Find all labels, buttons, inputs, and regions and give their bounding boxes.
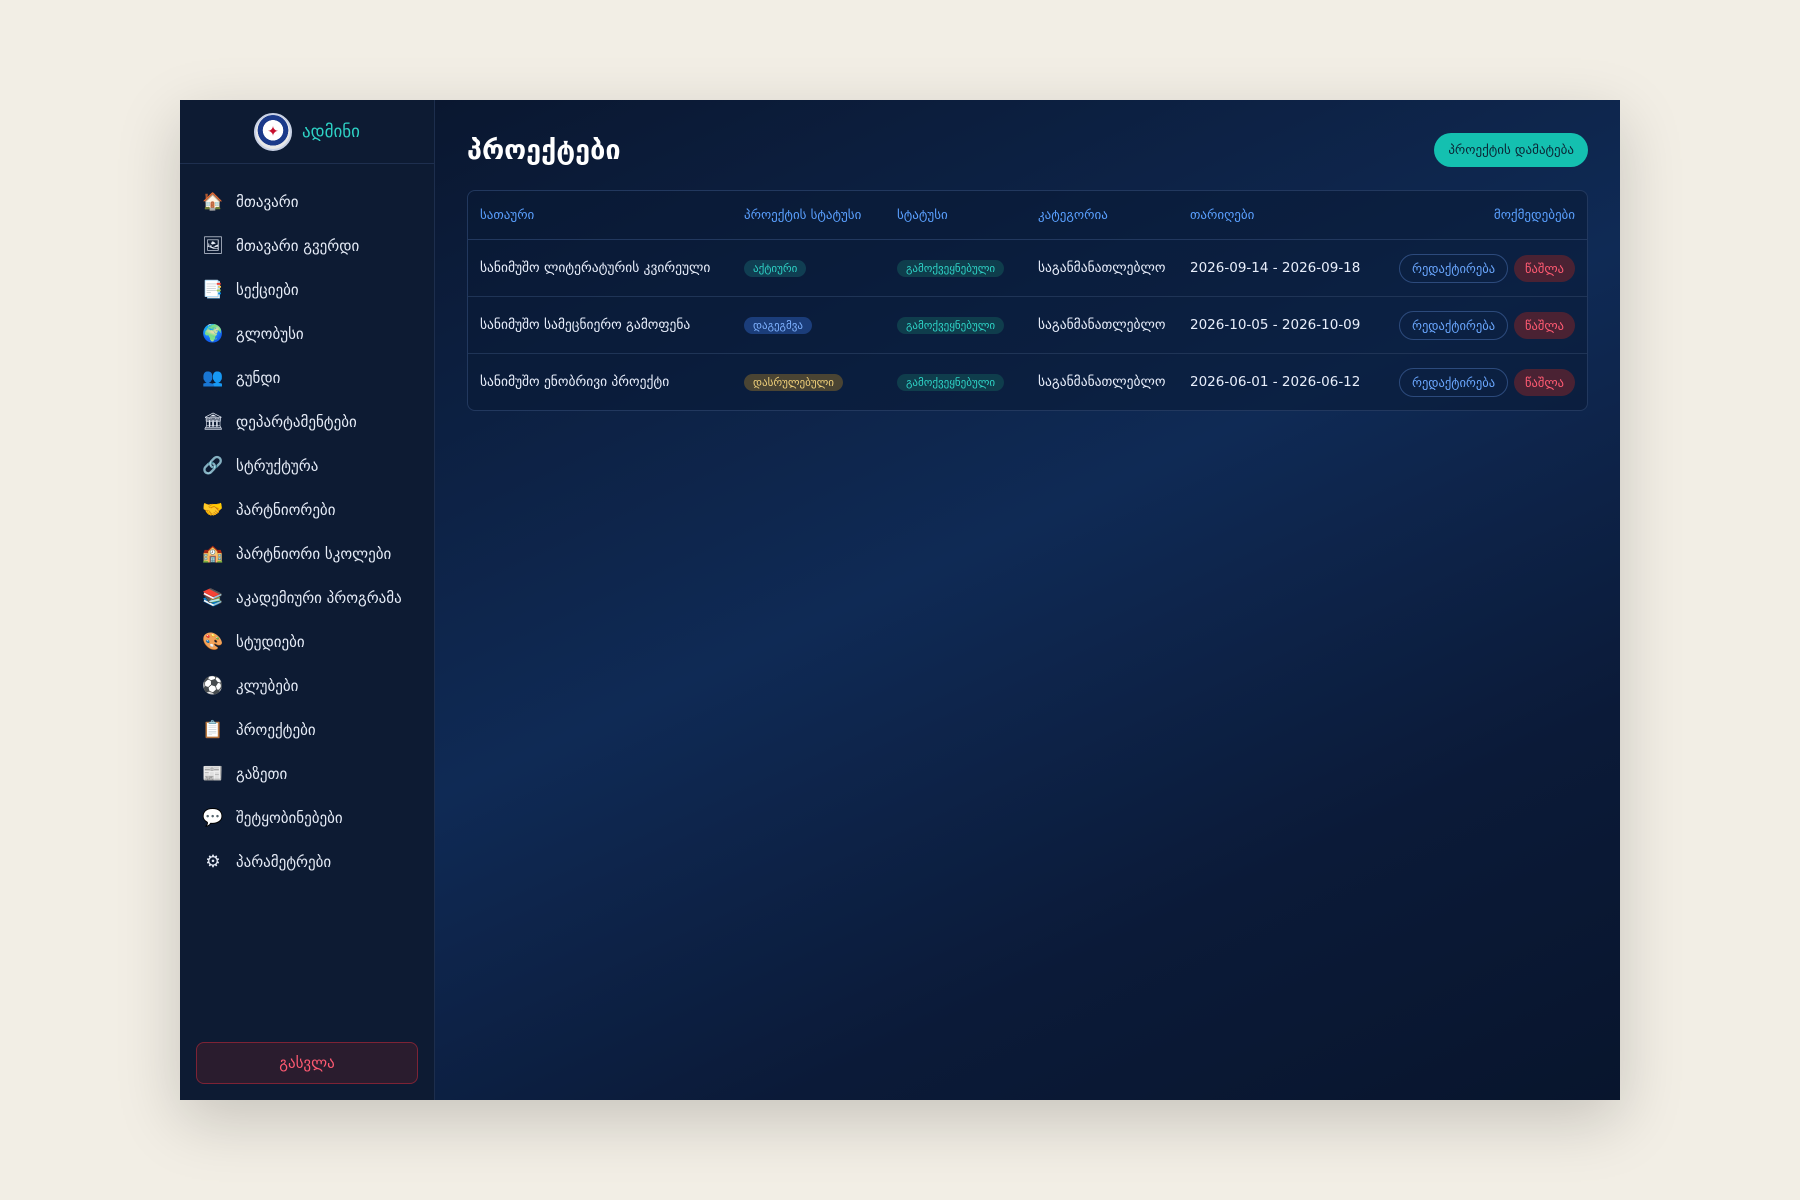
sidebar-item-settings[interactable]: ⚙ პარამეტრები	[180, 840, 434, 884]
picture-icon: 🖼	[202, 236, 224, 256]
projects-table: სათაური პროექტის სტატუსი სტატუსი კატეგორ…	[467, 190, 1588, 411]
sidebar-item-label: სექციები	[236, 281, 299, 299]
sidebar-item-label: გაზეთი	[236, 765, 288, 783]
school-icon: 🏫	[202, 544, 224, 564]
home-icon: 🏠	[202, 192, 224, 212]
column-header-title[interactable]: სათაური	[468, 191, 732, 240]
sidebar-item-clubs[interactable]: ⚽ კლუბები	[180, 664, 434, 708]
delete-button[interactable]: წაშლა	[1514, 311, 1575, 339]
edit-button[interactable]: რედაქტირება	[1399, 367, 1509, 397]
edit-button[interactable]: რედაქტირება	[1399, 310, 1509, 340]
sidebar-item-label: კლუბები	[236, 677, 299, 695]
sidebar-item-label: მთავარი	[236, 193, 299, 211]
globe-icon: 🌍	[202, 324, 224, 344]
sidebar-nav: 🏠 მთავარი 🖼 მთავარი გვერდი 📑 სექციები 🌍 გლობ…	[180, 164, 434, 884]
column-header-status[interactable]: სტატუსი	[885, 191, 1026, 240]
sidebar: ✦ ადმინი 🏠 მთავარი 🖼 მთავარი გვერდი 📑 სექცი…	[180, 100, 435, 1100]
status-badge: გამოქვეყნებული	[897, 373, 1005, 391]
sidebar-item-label: მთავარი გვერდი	[236, 237, 360, 255]
sidebar-item-team[interactable]: 👥 გუნდი	[180, 356, 434, 400]
sidebar-item-label: გლობუსი	[236, 325, 304, 343]
classical-building-icon: 🏛	[202, 412, 224, 432]
palette-icon: 🎨	[202, 632, 224, 652]
cell-dates: 2026-06-01 - 2026-06-12	[1190, 374, 1361, 390]
cell-category: საგანმანათლებლო	[1026, 239, 1178, 297]
books-icon: 📚	[202, 588, 224, 608]
sidebar-item-label: პარამეტრები	[236, 853, 332, 871]
brand-name: ადმინი	[302, 121, 360, 142]
handshake-icon: 🤝	[202, 500, 224, 520]
column-header-project-status[interactable]: პროექტის სტატუსი	[732, 191, 885, 240]
sidebar-item-globe[interactable]: 🌍 გლობუსი	[180, 312, 434, 356]
brand: ✦ ადმინი	[180, 100, 434, 164]
page-title: პროექტები	[467, 134, 621, 166]
newspaper-icon: 📰	[202, 764, 224, 784]
cell-category: საგანმანათლებლო	[1038, 374, 1166, 390]
main-content: პროექტები პროექტის დამატება სათაური პროე…	[435, 100, 1620, 1100]
sidebar-item-label: პარტნიორი სკოლები	[236, 545, 392, 563]
clipboard-icon: 📋	[202, 720, 224, 740]
column-header-actions: მოქმედებები	[1374, 191, 1587, 240]
bookmark-tabs-icon: 📑	[202, 280, 224, 300]
logout-button[interactable]: გასვლა	[196, 1042, 418, 1084]
sidebar-item-label: სტუდიები	[236, 633, 305, 651]
cell-category: საგანმანათლებლო	[1026, 296, 1178, 354]
sidebar-item-label: აკადემიური პროგრამა	[236, 589, 402, 607]
sidebar-item-departments[interactable]: 🏛 დეპარტამენტები	[180, 400, 434, 444]
cell-dates: 2026-10-05 - 2026-10-09	[1178, 296, 1374, 354]
sidebar-item-partner-schools[interactable]: 🏫 პარტნიორი სკოლები	[180, 532, 434, 576]
people-icon: 👥	[202, 368, 224, 388]
sidebar-item-academic-program[interactable]: 📚 აკადემიური პროგრამა	[180, 576, 434, 620]
sidebar-item-newspaper[interactable]: 📰 გაზეთი	[180, 752, 434, 796]
column-header-dates[interactable]: თარიღები	[1178, 191, 1374, 240]
sidebar-item-label: სტრუქტურა	[236, 457, 319, 475]
edit-button[interactable]: რედაქტირება	[1399, 253, 1509, 283]
cell-title: სანიმუშო ლიტერატურის კვირეული	[468, 239, 732, 297]
sidebar-item-messages[interactable]: 💬 შეტყობინებები	[180, 796, 434, 840]
sidebar-item-studios[interactable]: 🎨 სტუდიები	[180, 620, 434, 664]
status-badge: გამოქვეყნებული	[897, 259, 1005, 277]
sidebar-item-label: გუნდი	[236, 369, 281, 387]
cell-title: სანიმუშო ენობრივი პროექტი	[480, 374, 670, 390]
delete-button[interactable]: წაშლა	[1514, 368, 1575, 396]
column-header-category[interactable]: კატეგორია	[1026, 191, 1178, 240]
cell-title: სანიმუშო სამეცნიერო გამოფენა	[468, 296, 732, 354]
speech-bubble-icon: 💬	[202, 808, 224, 828]
project-status-badge: აქტიური	[744, 259, 807, 277]
add-project-button[interactable]: პროექტის დამატება	[1434, 133, 1588, 167]
sidebar-item-label: დეპარტამენტები	[236, 413, 357, 431]
sidebar-item-sections[interactable]: 📑 სექციები	[180, 268, 434, 312]
project-status-badge: დასრულებული	[744, 373, 843, 391]
page-header: პროექტები პროექტის დამატება	[467, 130, 1588, 170]
project-status-badge: დაგეგმვა	[744, 316, 812, 334]
sidebar-item-main-page[interactable]: 🖼 მთავარი გვერდი	[180, 224, 434, 268]
sidebar-item-projects[interactable]: 📋 პროექტები	[180, 708, 434, 752]
sidebar-item-label: შეტყობინებები	[236, 809, 343, 827]
sidebar-item-label: პროექტები	[236, 721, 316, 739]
cell-dates: 2026-09-14 - 2026-09-18	[1178, 239, 1374, 297]
table-row: სანიმუშო ენობრივი პროექტი დასრულებული გა…	[468, 354, 1587, 411]
delete-button[interactable]: წაშლა	[1514, 254, 1575, 282]
school-crest-logo: ✦	[254, 112, 293, 151]
status-badge: გამოქვეყნებული	[897, 316, 1005, 334]
table-row: სანიმუშო ლიტერატურის კვირეული აქტიური გა…	[468, 239, 1587, 297]
sidebar-item-partners[interactable]: 🤝 პარტნიორები	[180, 488, 434, 532]
table-header-row: სათაური პროექტის სტატუსი სტატუსი კატეგორ…	[468, 191, 1587, 240]
gear-icon: ⚙	[205, 852, 221, 872]
link-icon: 🔗	[202, 456, 224, 476]
soccer-ball-icon: ⚽	[202, 676, 224, 696]
sidebar-item-label: პარტნიორები	[236, 501, 336, 519]
app-window: ✦ ადმინი 🏠 მთავარი 🖼 მთავარი გვერდი 📑 სექცი…	[180, 100, 1620, 1100]
sidebar-item-structure[interactable]: 🔗 სტრუქტურა	[180, 444, 434, 488]
sidebar-item-home[interactable]: 🏠 მთავარი	[180, 180, 434, 224]
table-row: სანიმუშო სამეცნიერო გამოფენა დაგეგმვა გა…	[468, 296, 1587, 354]
